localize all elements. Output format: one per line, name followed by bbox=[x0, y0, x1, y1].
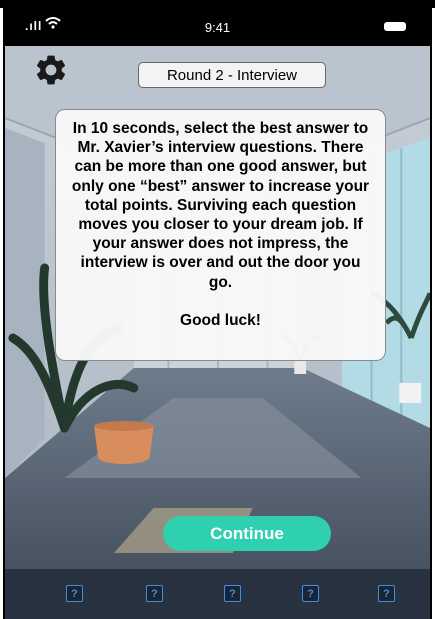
question-mark-icon[interactable]: ? bbox=[66, 585, 83, 602]
instructions-dialog: In 10 seconds, select the best answer to… bbox=[55, 109, 386, 361]
question-mark-icon[interactable]: ? bbox=[224, 585, 241, 602]
bottom-toolbar: ? ? ? ? ? bbox=[5, 569, 430, 619]
clock-time: 9:41 bbox=[204, 20, 231, 35]
status-bar: .ıll 9:41 bbox=[5, 8, 430, 46]
question-mark-icon[interactable]: ? bbox=[146, 585, 163, 602]
continue-button[interactable]: Continue bbox=[163, 516, 331, 551]
phone-frame: .ıll 9:41 Round 2 - Interview In 10 seco… bbox=[3, 8, 432, 619]
top-border bbox=[0, 0, 435, 8]
question-mark-icon[interactable]: ? bbox=[302, 585, 319, 602]
gear-icon[interactable] bbox=[33, 52, 69, 88]
question-mark-icon[interactable]: ? bbox=[378, 585, 395, 602]
good-luck-text: Good luck! bbox=[180, 311, 261, 329]
instructions-text: In 10 seconds, select the best answer to… bbox=[71, 120, 370, 291]
round-title: Round 2 - Interview bbox=[138, 62, 326, 88]
battery-icon bbox=[384, 22, 406, 31]
